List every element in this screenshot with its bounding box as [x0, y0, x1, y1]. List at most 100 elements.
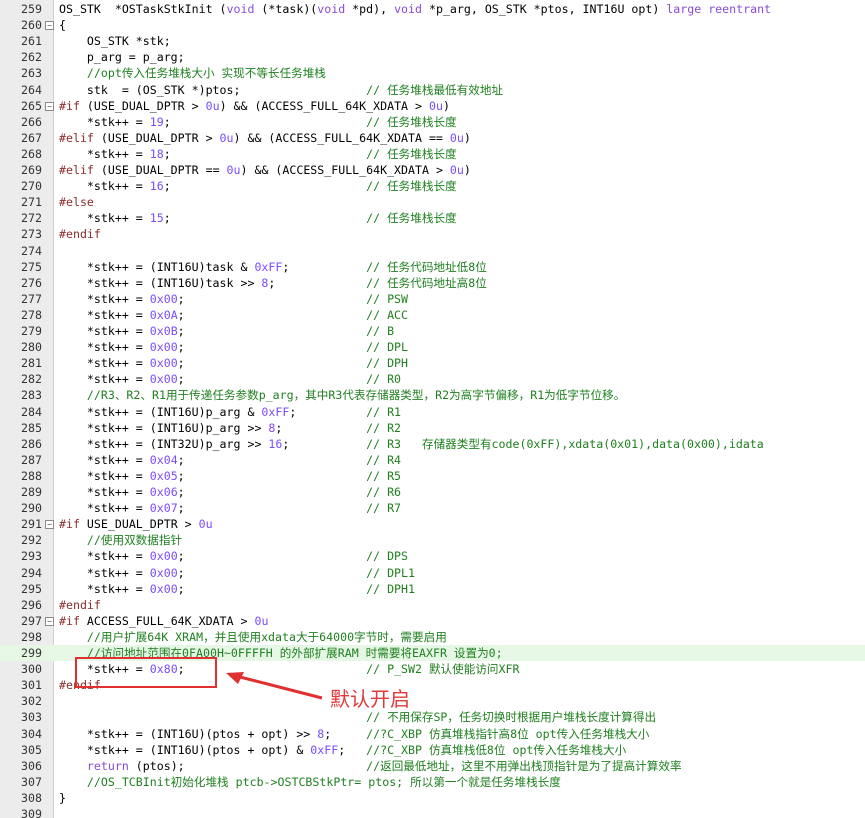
- code-line[interactable]: 290 *stk++ = 0x07; // R7: [0, 500, 865, 516]
- line-number: 305: [21, 742, 42, 757]
- code-line[interactable]: 262 p_arg = p_arg;: [0, 49, 865, 65]
- code-line[interactable]: 264 stk = (OS_STK *)ptos; // 任务堆栈最低有效地址: [0, 82, 865, 98]
- line-number: 272: [21, 211, 42, 226]
- code-line[interactable]: 287 *stk++ = 0x04; // R4: [0, 452, 865, 468]
- code-line[interactable]: 295 *stk++ = 0x00; // DPH1: [0, 581, 865, 597]
- code-text: *stk++ = 0x0B; // B: [59, 324, 395, 338]
- code-text: *stk++ = 0x00; // DPL: [59, 340, 409, 355]
- code-line[interactable]: 282 *stk++ = 0x00; // R0: [0, 371, 865, 387]
- code-line[interactable]: 279 *stk++ = 0x0B; // B: [0, 323, 865, 339]
- code-line[interactable]: 268 *stk++ = 18; // 任务堆栈长度: [0, 146, 865, 162]
- code-line[interactable]: 292 //使用双数据指针: [0, 532, 865, 548]
- code-line[interactable]: 265− #if (USE_DUAL_DPTR > 0u) && (ACCESS_…: [0, 98, 865, 114]
- line-number: 270: [21, 179, 42, 194]
- code-text: *stk++ = 15; // 任务堆栈长度: [59, 211, 457, 226]
- code-line[interactable]: 304 *stk++ = (INT16U)(ptos + opt) >> 8; …: [0, 726, 865, 742]
- code-text: *stk++ = 0x07; // R7: [59, 501, 402, 516]
- code-line[interactable]: 272 *stk++ = 15; // 任务堆栈长度: [0, 210, 865, 226]
- code-text: *stk++ = 16; // 任务堆栈长度: [59, 179, 457, 194]
- code-line[interactable]: 266 *stk++ = 19; // 任务堆栈长度: [0, 114, 865, 130]
- fold-toggle-icon[interactable]: −: [45, 616, 54, 626]
- code-line[interactable]: 281 *stk++ = 0x00; // DPH: [0, 355, 865, 371]
- line-number: 274: [21, 243, 42, 258]
- code-text: *stk++ = 0x00; // DPH1: [59, 581, 416, 596]
- line-number: 302: [21, 694, 42, 709]
- code-line[interactable]: 305 *stk++ = (INT16U)(ptos + opt) & 0xFF…: [0, 742, 865, 758]
- code-line[interactable]: 260−{: [0, 17, 865, 33]
- code-text: *stk++ = 0x06; // R6: [59, 485, 402, 499]
- code-line[interactable]: 259 OS_STK *OSTaskStkInit (void (*task)(v…: [0, 1, 865, 17]
- code-text: *stk++ = 19; // 任务堆栈长度: [59, 114, 457, 129]
- code-line[interactable]: 303 // 不用保存SP，任务切换时根据用户堆栈长度计算得出: [0, 709, 865, 725]
- line-number: 268: [21, 146, 42, 161]
- code-text: #else: [59, 195, 94, 210]
- line-number: 306: [21, 758, 42, 773]
- code-line[interactable]: 307 //OS_TCBInit初始化堆栈 ptcb->OSTCBStkPtr=…: [0, 774, 865, 790]
- code-line[interactable]: 273 #endif: [0, 226, 865, 242]
- code-text: #elif (USE_DUAL_DPTR == 0u) && (ACCESS_F…: [59, 163, 471, 177]
- line-number: 289: [21, 485, 42, 499]
- code-line[interactable]: 285 *stk++ = (INT16U)p_arg >> 8; // R2: [0, 420, 865, 436]
- code-editor[interactable]: 259 OS_STK *OSTaskStkInit (void (*task)(v…: [0, 0, 865, 818]
- line-number: 273: [21, 227, 42, 242]
- code-line[interactable]: 270 *stk++ = 16; // 任务堆栈长度: [0, 178, 865, 194]
- line-number: 269: [21, 163, 42, 177]
- line-number: 282: [21, 372, 42, 387]
- fold-toggle-icon[interactable]: −: [45, 101, 54, 111]
- code-line[interactable]: 306 return (ptos); //返回最低地址，这里不用弹出栈顶指针是为…: [0, 758, 865, 774]
- line-number: 290: [21, 501, 42, 516]
- code-line[interactable]: 288 *stk++ = 0x05; // R5: [0, 468, 865, 484]
- code-line[interactable]: 298 //用户扩展64K XRAM，并且使用xdata大于64000字节时，需…: [0, 629, 865, 645]
- code-line[interactable]: 289 *stk++ = 0x06; // R6: [0, 484, 865, 500]
- code-line[interactable]: 276 *stk++ = (INT16U)task >> 8; // 任务代码地…: [0, 275, 865, 291]
- line-number: 281: [21, 356, 42, 371]
- line-number: 278: [21, 307, 42, 322]
- line-number: 280: [21, 340, 42, 355]
- line-number: 285: [21, 420, 42, 435]
- code-line[interactable]: 297− #if ACCESS_FULL_64K_XDATA > 0u: [0, 613, 865, 629]
- code-line[interactable]: 286 *stk++ = (INT32U)p_arg >> 16; // R3 …: [0, 436, 865, 452]
- code-line[interactable]: 280 *stk++ = 0x00; // DPL: [0, 339, 865, 355]
- code-line[interactable]: 283 //R3、R2、R1用于传递任务参数p_arg，其中R3代表存储器类型，…: [0, 387, 865, 403]
- code-text: *stk++ = (INT16U)(ptos + opt) >> 8; //?C…: [59, 726, 650, 741]
- code-text: //R3、R2、R1用于传递任务参数p_arg，其中R3代表存储器类型，R2为高…: [86, 388, 626, 403]
- code-text: *stk++ = 0x0A; // ACC: [59, 307, 409, 322]
- fold-toggle-icon[interactable]: −: [45, 21, 54, 31]
- code-line[interactable]: 309: [0, 806, 865, 818]
- code-text: #endif: [59, 227, 101, 242]
- line-number: 277: [21, 291, 42, 306]
- code-line[interactable]: 269 #elif (USE_DUAL_DPTR == 0u) && (ACCES…: [0, 162, 865, 178]
- line-number: 265: [21, 98, 42, 113]
- line-number: 261: [21, 34, 42, 49]
- code-text: *stk++ = (INT16U)task >> 8; // 任务代码地址高8位: [59, 275, 487, 290]
- line-number: 293: [21, 549, 42, 564]
- line-number: 276: [21, 275, 42, 290]
- code-line[interactable]: 274: [0, 243, 865, 259]
- line-number: 298: [21, 629, 42, 644]
- code-line[interactable]: 261 OS_STK *stk;: [0, 33, 865, 49]
- fold-toggle-icon[interactable]: −: [45, 520, 54, 530]
- code-line[interactable]: 294 *stk++ = 0x00; // DPL1: [0, 565, 865, 581]
- line-number: 291: [21, 517, 42, 532]
- line-number: 287: [21, 452, 42, 467]
- line-number: 304: [21, 726, 42, 741]
- code-line[interactable]: 267 #elif (USE_DUAL_DPTR > 0u) && (ACCESS…: [0, 130, 865, 146]
- code-line[interactable]: 277 *stk++ = 0x00; // PSW: [0, 291, 865, 307]
- code-line[interactable]: 284 *stk++ = (INT16U)p_arg & 0xFF; // R1: [0, 404, 865, 420]
- line-number: 271: [21, 195, 42, 210]
- code-line[interactable]: 302: [0, 693, 865, 709]
- line-number: 292: [21, 533, 42, 548]
- code-line[interactable]: 271 #else: [0, 194, 865, 210]
- code-text: OS_STK *stk;: [59, 34, 171, 49]
- code-line[interactable]: 308}: [0, 790, 865, 806]
- line-number: 267: [21, 130, 42, 145]
- code-line[interactable]: 263 //opt传入任务堆栈大小 实现不等长任务堆栈: [0, 65, 865, 81]
- code-line[interactable]: 291− #if USE_DUAL_DPTR > 0u: [0, 516, 865, 532]
- code-text: *stk++ = (INT16U)p_arg & 0xFF; // R1: [59, 404, 402, 419]
- code-line[interactable]: 275 *stk++ = (INT16U)task & 0xFF; // 任务代…: [0, 259, 865, 275]
- code-text: stk = (OS_STK *)ptos; // 任务堆栈最低有效地址: [59, 82, 504, 97]
- code-line[interactable]: 293 *stk++ = 0x00; // DPS: [0, 548, 865, 564]
- code-line[interactable]: 278 *stk++ = 0x0A; // ACC: [0, 307, 865, 323]
- code-line[interactable]: 296 #endif: [0, 597, 865, 613]
- code-text: //用户扩展64K XRAM，并且使用xdata大于64000字节时，需要启用: [86, 629, 447, 644]
